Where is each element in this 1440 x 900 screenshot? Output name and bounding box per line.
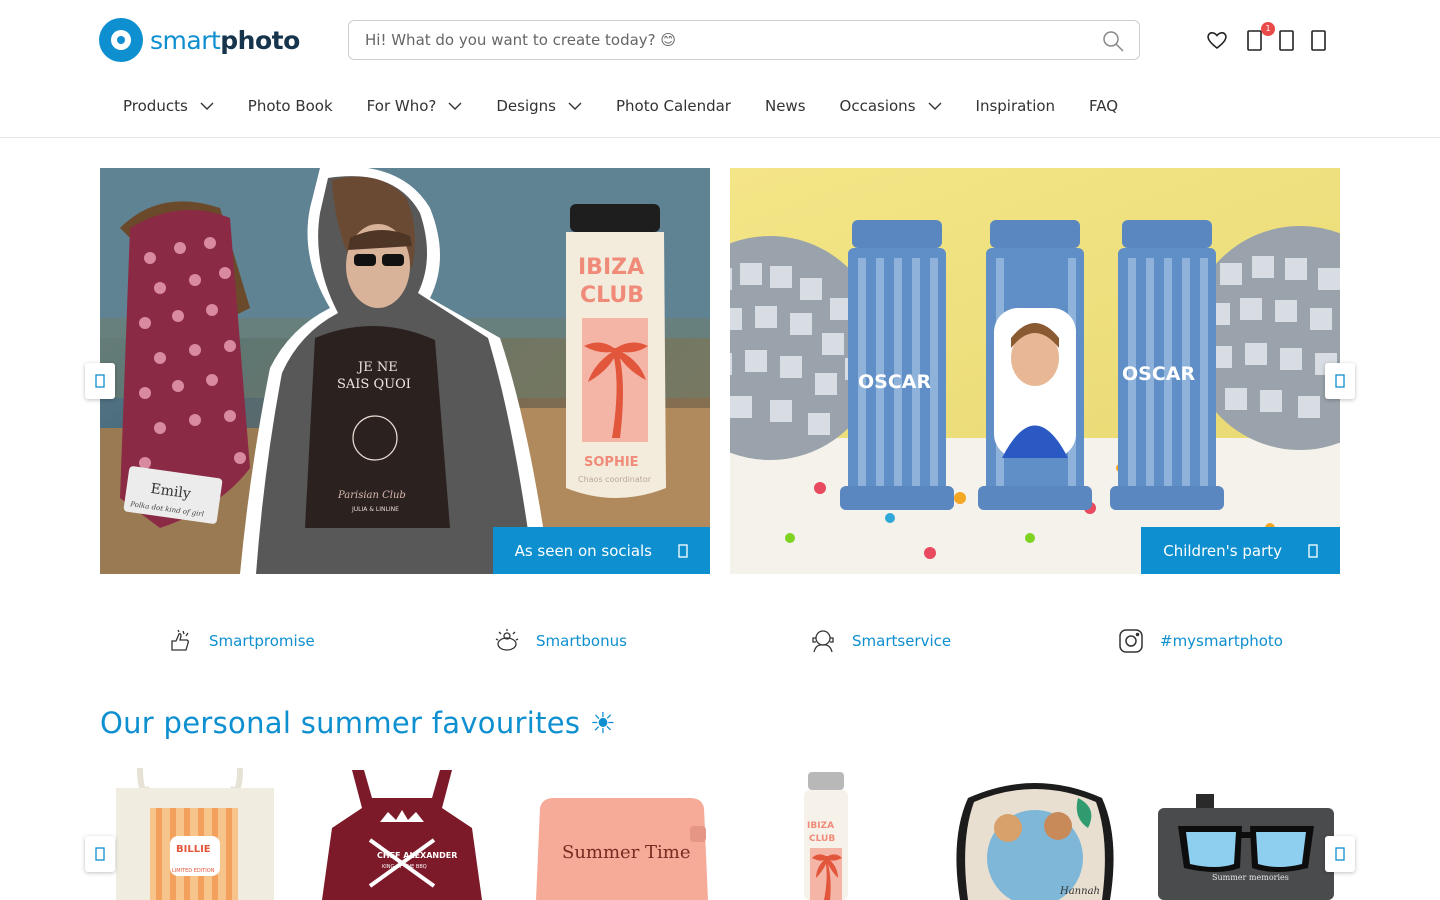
nav-label: Inspiration — [975, 97, 1056, 115]
shirt-line2-text: SAIS QUOI — [337, 377, 411, 392]
chevron-down-icon — [568, 102, 582, 110]
nav-label: Photo Book — [247, 97, 333, 115]
sunshade-name-text: Hannah — [1059, 886, 1100, 897]
bottle-mid-text: CLUB — [580, 283, 644, 308]
usp-smartpromise[interactable]: Smartpromise — [167, 624, 315, 658]
nav-faq[interactable]: FAQ — [1072, 88, 1135, 124]
search-box — [348, 20, 1140, 60]
products-next-button[interactable] — [1325, 836, 1355, 872]
products-prev-button[interactable] — [85, 836, 115, 872]
glasses-case-image: Summer memories — [1158, 794, 1334, 900]
usp-smartservice[interactable]: Smartservice — [810, 624, 951, 658]
shirt-sub-text: JULIA & LINLINE — [351, 506, 399, 513]
instagram-icon — [1119, 629, 1143, 653]
bottle-top-text: IBIZA — [578, 255, 644, 280]
chevron-right-icon — [1335, 847, 1345, 861]
nav-label: Products — [123, 97, 188, 115]
hero-party-cta-label: Children's party — [1163, 541, 1282, 560]
nav-designs[interactable]: Designs — [479, 88, 599, 124]
tube-left-label: OSCAR — [858, 371, 931, 393]
toiletry-bag-image: Summer Time — [536, 798, 708, 900]
product-car-sunshade[interactable]: Hannah — [948, 768, 1122, 900]
hero-prev-button[interactable] — [85, 363, 115, 399]
tote-sub-text: LIMITED EDITION — [172, 868, 215, 874]
bottle-name-text: SOPHIE — [584, 455, 639, 470]
hero-party-illustration: OSCAR OSCAR — [730, 220, 1340, 574]
hero-banner-socials[interactable]: Emily Polka dot kind of girl JE NE SAIS … — [100, 168, 710, 574]
water-bottle-image: IBIZA CLUB — [804, 772, 848, 900]
bottle-sub-text: Chaos coordinator — [578, 475, 652, 484]
nav-label: Designs — [496, 97, 556, 115]
tote-bag-image: BILLIE LIMITED EDITION — [116, 768, 274, 900]
account-icon[interactable] — [1275, 28, 1299, 52]
nav-photo-book[interactable]: Photo Book — [231, 88, 350, 124]
promise-icon — [171, 629, 189, 651]
hero-socials-cta-label: As seen on socials — [514, 541, 652, 560]
tube-right-label: OSCAR — [1122, 363, 1195, 385]
chevron-right-icon — [1335, 374, 1345, 388]
nav-label: News — [764, 97, 806, 115]
smartphoto-logo[interactable]: smartphoto — [99, 18, 300, 62]
main-navigation: Products Photo Book For Who? Designs Pho… — [106, 88, 1135, 124]
bottle-top-label: IBIZA — [807, 821, 834, 831]
case-name-text: Summer memories — [1212, 873, 1289, 882]
usp-label: Smartpromise — [209, 632, 315, 650]
usp-label: #mysmartphoto — [1160, 632, 1283, 650]
apron-image: CHEF ALEXANDER KING OF THE BBQ — [322, 770, 482, 900]
product-toiletry-bag[interactable]: Summer Time — [530, 768, 710, 900]
nav-label: For Who? — [366, 97, 437, 115]
service-icon — [812, 630, 834, 653]
tote-name-text: BILLIE — [176, 844, 211, 855]
chevron-down-icon — [928, 102, 942, 110]
nav-products[interactable]: Products — [106, 88, 231, 124]
heart-icon[interactable] — [1205, 28, 1229, 52]
hero-next-button[interactable] — [1325, 363, 1355, 399]
hero-banner-childrens-party[interactable]: OSCAR OSCAR Children's party — [730, 168, 1340, 574]
nav-for-who[interactable]: For Who? — [350, 88, 480, 124]
product-water-bottle[interactable]: IBIZA CLUB — [800, 768, 852, 900]
hero-party-cta[interactable]: Children's party — [1141, 527, 1340, 574]
logo-wordmark: smartphoto — [150, 26, 300, 55]
bottle-mid-label: CLUB — [809, 834, 835, 844]
shirt-line1-text: JE NE — [356, 360, 398, 375]
search-icon[interactable] — [1101, 29, 1125, 53]
chevron-left-icon — [95, 847, 105, 861]
arrow-right-icon — [1308, 543, 1318, 558]
product-glasses-case[interactable]: Summer memories — [1158, 768, 1334, 900]
nav-occasions[interactable]: Occasions — [823, 88, 959, 124]
usp-label: Smartservice — [852, 632, 952, 650]
nav-photo-calendar[interactable]: Photo Calendar — [599, 88, 748, 124]
arrow-right-icon — [678, 543, 688, 558]
nav-label: Occasions — [839, 97, 916, 115]
usp-smartbonus[interactable]: Smartbonus — [494, 624, 627, 658]
nav-inspiration[interactable]: Inspiration — [959, 88, 1073, 124]
nav-news[interactable]: News — [748, 88, 823, 124]
bonus-icon — [495, 629, 519, 651]
chevron-down-icon — [448, 102, 462, 110]
usp-instagram[interactable]: #mysmartphoto — [1118, 624, 1283, 658]
chevron-left-icon — [95, 374, 105, 388]
hero-socials-cta[interactable]: As seen on socials — [492, 527, 710, 574]
site-header: smartphoto 1 Products Photo Book For Who… — [0, 0, 1440, 138]
logo-text-part1: smart — [150, 25, 221, 55]
search-input[interactable] — [350, 22, 1090, 58]
pouch-name-text: Summer Time — [562, 842, 691, 863]
logo-text-part2: photo — [220, 25, 300, 55]
menu-icon[interactable] — [1307, 28, 1331, 52]
section-title: Our personal summer favourites ☀ — [100, 706, 617, 740]
car-sunshade-image: Hannah — [956, 783, 1114, 900]
product-tote-bag[interactable]: BILLIE LIMITED EDITION — [110, 768, 280, 900]
hero-socials-illustration: Emily Polka dot kind of girl JE NE SAIS … — [100, 168, 710, 574]
shirt-script-text: Parisian Club — [337, 490, 406, 501]
usp-label: Smartbonus — [536, 632, 627, 650]
cart-count-badge: 1 — [1261, 22, 1275, 36]
logo-mark-icon — [99, 18, 143, 62]
product-apron[interactable]: CHEF ALEXANDER KING OF THE BBQ — [322, 768, 482, 900]
nav-label: FAQ — [1089, 97, 1119, 115]
chevron-down-icon — [200, 102, 214, 110]
nav-label: Photo Calendar — [615, 97, 731, 115]
